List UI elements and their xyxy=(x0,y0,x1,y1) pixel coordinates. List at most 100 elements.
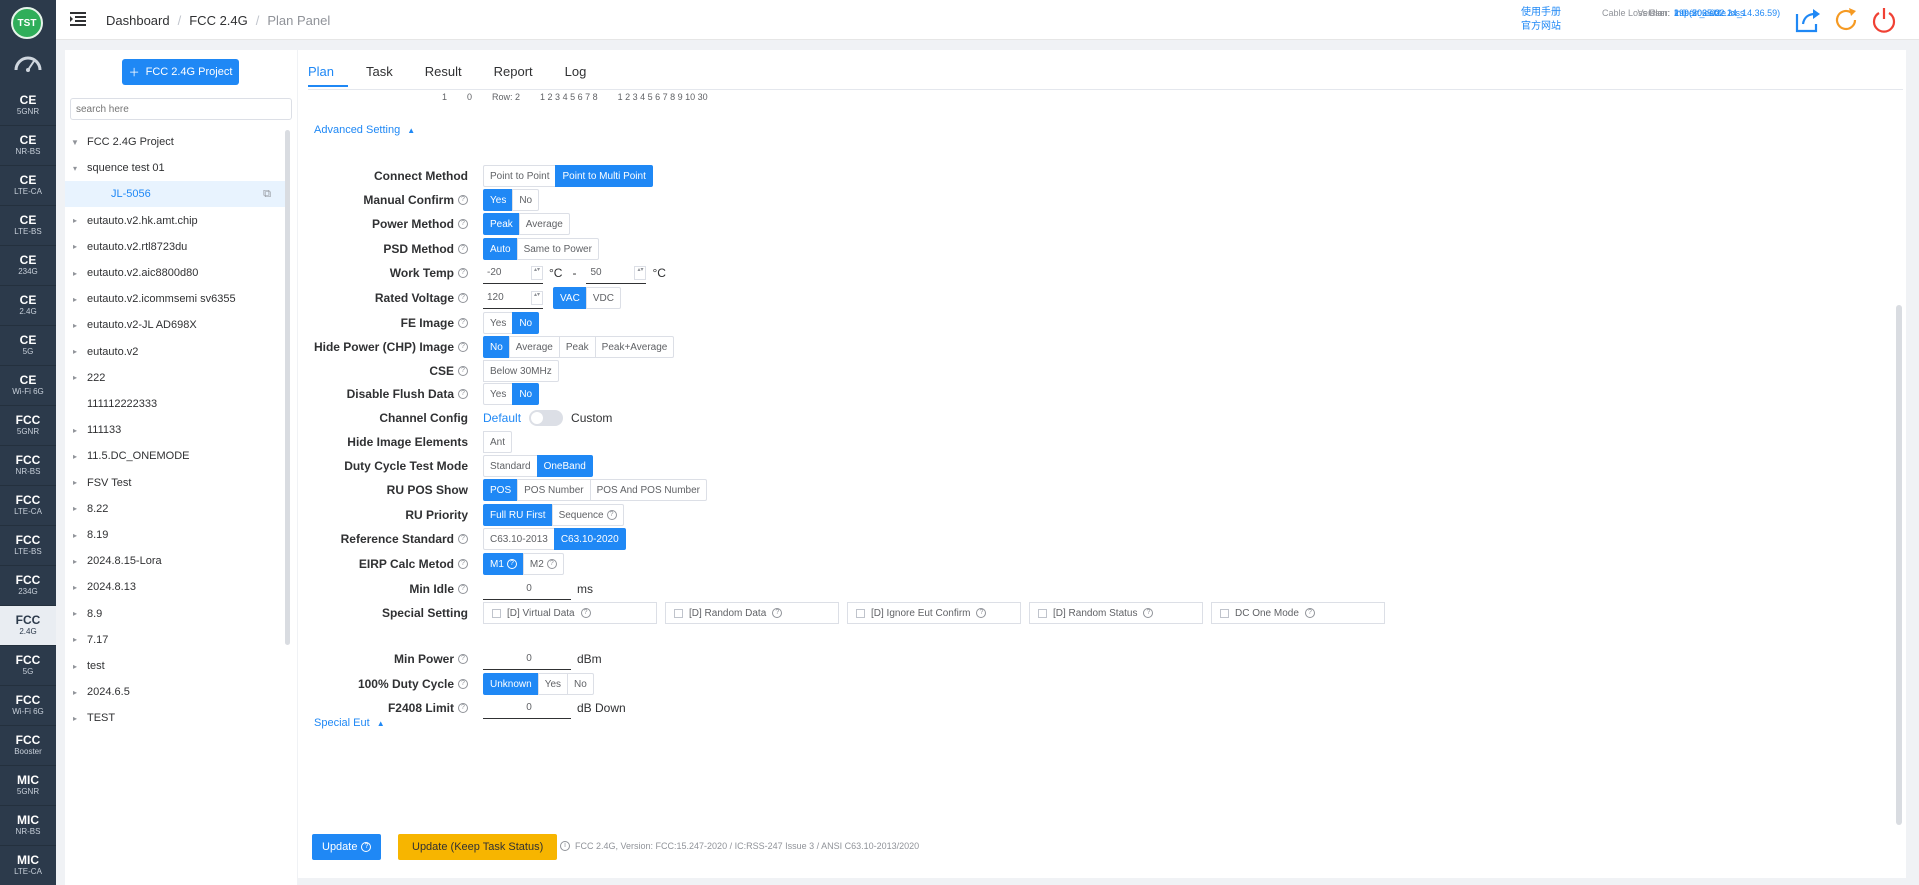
tree-node[interactable]: ▸ 2024.8.15-Lora xyxy=(65,548,285,574)
number-input[interactable]: 120 ▴▾ xyxy=(483,287,543,309)
expand-arrow-icon[interactable]: ▸ xyxy=(69,557,81,566)
segment-option[interactable]: No xyxy=(512,383,540,405)
rail-item[interactable]: CE 5G xyxy=(0,326,56,366)
rail-item[interactable]: MIC NR-BS xyxy=(0,806,56,846)
segment-option[interactable]: Peak xyxy=(558,336,596,358)
number-input[interactable]: -20 ▴▾ xyxy=(483,262,543,284)
tree-node[interactable]: ▸ eutauto.v2.aic8800d80 xyxy=(65,260,285,286)
tree-node[interactable]: ▸ 7.17 xyxy=(65,627,285,653)
segment-option[interactable]: POS xyxy=(483,479,519,501)
segment-option[interactable]: Average xyxy=(508,336,560,358)
tree-node[interactable]: ▸ test xyxy=(65,653,285,679)
checkbox-box[interactable] xyxy=(674,608,683,618)
segment-option[interactable]: Point to Multi Point xyxy=(555,165,653,187)
checkbox-box[interactable] xyxy=(1038,608,1047,618)
rail-item[interactable]: MIC 5GNR xyxy=(0,766,56,806)
crumb-dashboard[interactable]: Dashboard xyxy=(106,13,170,28)
help-icon[interactable]: ? xyxy=(458,293,468,303)
update-keep-status-button[interactable]: Update (Keep Task Status) xyxy=(398,834,558,860)
user-manual-link[interactable]: 使用手册 xyxy=(1521,6,1561,20)
tree-scrollbar[interactable] xyxy=(285,130,290,645)
segment-option[interactable]: Unknown xyxy=(483,673,539,695)
tree-node[interactable]: ▸ 2024.6.5 xyxy=(65,679,285,705)
tree-node[interactable]: ▸ eutauto.v2.rtl8723du xyxy=(65,234,285,260)
rail-item[interactable]: FCC Wi-Fi 6G xyxy=(0,686,56,726)
tree-node[interactable]: ▸ eutauto.v2-JL AD698X xyxy=(65,312,285,338)
tree-node[interactable]: ▸ 8.19 xyxy=(65,522,285,548)
help-icon[interactable]: ? xyxy=(458,559,468,569)
power-off-icon[interactable] xyxy=(1870,6,1898,34)
tree-node[interactable]: JL-5056 ⧉ xyxy=(65,181,285,208)
checkbox-box[interactable] xyxy=(856,608,865,618)
channel-custom-label[interactable]: Custom xyxy=(571,411,612,425)
segment-option[interactable]: Ant xyxy=(483,431,513,453)
project-search-input[interactable] xyxy=(70,98,292,120)
checkbox-box[interactable] xyxy=(1220,608,1229,618)
rail-item[interactable]: FCC 234G xyxy=(0,566,56,606)
expand-arrow-icon[interactable]: ▸ xyxy=(69,714,81,723)
rail-item[interactable]: CE Wi-Fi 6G xyxy=(0,366,56,406)
update-button[interactable]: Update ? xyxy=(312,834,382,860)
expand-arrow-icon[interactable]: ▸ xyxy=(69,321,81,330)
number-input[interactable]: 0 xyxy=(483,648,571,670)
rail-item[interactable]: FCC 5GNR xyxy=(0,406,56,446)
expand-arrow-icon[interactable]: ▸ xyxy=(69,426,81,435)
info-value[interactable]: Import_cable loss xyxy=(1674,7,1745,19)
segment-option[interactable]: C63.10-2013 xyxy=(483,528,555,550)
tree-node[interactable]: ▾ squence test 01 xyxy=(65,155,285,181)
segment-option[interactable]: VAC xyxy=(553,287,587,309)
tree-node[interactable]: 111112222333 xyxy=(65,391,285,417)
segment-option[interactable]: Below 30MHz xyxy=(483,360,559,382)
help-icon[interactable]: ? xyxy=(458,342,468,352)
segment-option[interactable]: No xyxy=(512,189,540,211)
tree-node[interactable]: ▸ FSV Test xyxy=(65,470,285,496)
expand-arrow-icon[interactable]: ▸ xyxy=(69,269,81,278)
tree-node[interactable]: ▸ 8.22 xyxy=(65,496,285,522)
rail-item[interactable]: CE LTE-BS xyxy=(0,206,56,246)
add-project-button[interactable]: ＋ FCC 2.4G Project xyxy=(122,59,239,85)
tree-node[interactable]: ▸ TEST xyxy=(65,705,285,731)
segment-option[interactable]: Same to Power xyxy=(516,238,599,260)
help-icon[interactable]: ? xyxy=(458,366,468,376)
special-setting-checkbox[interactable]: DC One Mode? xyxy=(1211,602,1385,624)
tree-node[interactable]: ▸ 11.5.DC_ONEMODE xyxy=(65,443,285,469)
rail-item[interactable]: FCC LTE-BS xyxy=(0,526,56,566)
export-icon[interactable] xyxy=(1794,6,1822,34)
rail-item[interactable]: CE 5GNR xyxy=(0,86,56,126)
expand-arrow-icon[interactable]: ▸ xyxy=(69,295,81,304)
rail-item[interactable]: FCC NR-BS xyxy=(0,446,56,486)
tree-node[interactable]: ▸ 111133 xyxy=(65,417,285,443)
expand-arrow-icon[interactable]: ▸ xyxy=(69,216,81,225)
tree-node[interactable]: ▸ 8.9 xyxy=(65,601,285,627)
refresh-icon[interactable] xyxy=(1832,6,1860,34)
segment-option[interactable]: POS And POS Number xyxy=(589,479,707,501)
tree-node[interactable]: ▼ FCC 2.4G Project xyxy=(65,129,285,155)
rail-item[interactable]: CE 234G xyxy=(0,246,56,286)
segment-option[interactable]: POS Number xyxy=(517,479,591,501)
menu-fold-icon[interactable] xyxy=(70,12,86,26)
special-setting-checkbox[interactable]: [D] Random Data? xyxy=(665,602,839,624)
help-icon[interactable]: ? xyxy=(458,219,468,229)
segment-option[interactable]: Average xyxy=(518,213,570,235)
segment-option[interactable]: Full RU First xyxy=(483,504,553,526)
expand-arrow-icon[interactable]: ▸ xyxy=(69,635,81,644)
number-input[interactable]: 50 ▴▾ xyxy=(586,262,647,284)
channel-config-switch[interactable] xyxy=(529,410,564,426)
segment-option[interactable]: Peak xyxy=(483,213,520,235)
segment-option[interactable]: Yes xyxy=(483,189,514,211)
tree-node[interactable]: ▸ 2024.8.13 xyxy=(65,574,285,600)
rail-item[interactable]: FCC LTE-CA xyxy=(0,486,56,526)
rail-item[interactable]: FCC 2.4G xyxy=(0,606,56,646)
tree-node[interactable]: ▸ eutauto.v2.icommsemi sv6355 xyxy=(65,286,285,312)
expand-arrow-icon[interactable]: ▸ xyxy=(69,373,81,382)
tree-node[interactable]: ▸ 222 xyxy=(65,365,285,391)
copy-icon[interactable]: ⧉ xyxy=(263,188,271,201)
stepper-icon[interactable]: ▴▾ xyxy=(634,265,647,280)
help-icon[interactable]: ? xyxy=(458,584,468,594)
main-scrollbar[interactable] xyxy=(1896,305,1902,825)
expand-arrow-icon[interactable]: ▸ xyxy=(69,452,81,461)
special-eut-toggle[interactable]: Special Eut ▲ xyxy=(314,717,385,729)
segment-option[interactable]: Point to Point xyxy=(483,165,557,187)
segment-option[interactable]: Yes xyxy=(483,312,514,334)
help-icon[interactable]: ? xyxy=(458,703,468,713)
